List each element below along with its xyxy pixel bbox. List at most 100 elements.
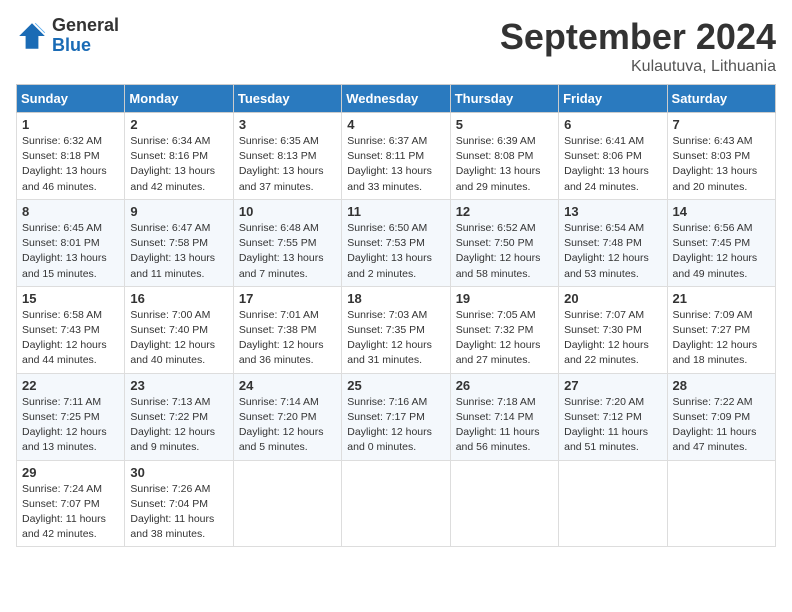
calendar-cell: 13 Sunrise: 6:54 AMSunset: 7:48 PMDayligh… [559, 199, 667, 286]
calendar-cell: 14 Sunrise: 6:56 AMSunset: 7:45 PMDayligh… [667, 199, 775, 286]
location: Kulautuva, Lithuania [500, 58, 776, 76]
cell-text: Sunrise: 7:03 AMSunset: 7:35 PMDaylight:… [347, 308, 444, 369]
calendar-cell: 22 Sunrise: 7:11 AMSunset: 7:25 PMDayligh… [17, 373, 125, 460]
weekday-header-row: SundayMondayTuesdayWednesdayThursdayFrid… [17, 85, 776, 113]
calendar-cell: 26Sunrise: 7:18 AMSunset: 7:14 PMDayligh… [450, 373, 558, 460]
day-number: 20 [564, 291, 661, 306]
weekday-header: Saturday [667, 85, 775, 113]
logo-icon [16, 20, 48, 52]
weekday-header: Monday [125, 85, 233, 113]
cell-text: Sunrise: 7:07 AMSunset: 7:30 PMDaylight:… [564, 308, 661, 369]
day-number: 17 [239, 291, 336, 306]
calendar-cell: 16Sunrise: 7:00 AMSunset: 7:40 PMDayligh… [125, 286, 233, 373]
calendar-cell: 1Sunrise: 6:32 AMSunset: 8:18 PMDaylight… [17, 113, 125, 200]
calendar-week-row: 15 Sunrise: 6:58 AMSunset: 7:43 PMDayligh… [17, 286, 776, 373]
calendar-cell: 25 Sunrise: 7:16 AMSunset: 7:17 PMDayligh… [342, 373, 450, 460]
calendar-cell: 29 Sunrise: 7:24 AMSunset: 7:07 PMDayligh… [17, 460, 125, 547]
day-number: 28 [673, 378, 770, 393]
day-number: 8 [22, 204, 119, 219]
calendar-cell: 8Sunrise: 6:45 AMSunset: 8:01 PMDaylight… [17, 199, 125, 286]
calendar-cell [559, 460, 667, 547]
calendar-cell: 12 Sunrise: 6:52 AMSunset: 7:50 PMDayligh… [450, 199, 558, 286]
day-number: 27 [564, 378, 661, 393]
logo-blue: Blue [52, 36, 119, 56]
day-number: 11 [347, 204, 444, 219]
day-number: 21 [673, 291, 770, 306]
calendar-cell: 7 Sunrise: 6:43 AMSunset: 8:03 PMDaylight… [667, 113, 775, 200]
cell-text: Sunrise: 6:32 AMSunset: 8:18 PMDaylight:… [22, 134, 119, 195]
day-number: 14 [673, 204, 770, 219]
weekday-header: Sunday [17, 85, 125, 113]
day-number: 18 [347, 291, 444, 306]
calendar-cell [667, 460, 775, 547]
day-number: 15 [22, 291, 119, 306]
day-number: 25 [347, 378, 444, 393]
day-number: 22 [22, 378, 119, 393]
calendar-cell [233, 460, 341, 547]
cell-text: Sunrise: 6:48 AMSunset: 7:55 PMDaylight:… [239, 221, 336, 282]
weekday-header: Friday [559, 85, 667, 113]
calendar-cell: 28 Sunrise: 7:22 AMSunset: 7:09 PMDayligh… [667, 373, 775, 460]
calendar-cell [450, 460, 558, 547]
day-number: 26 [456, 378, 553, 393]
calendar-table: SundayMondayTuesdayWednesdayThursdayFrid… [16, 84, 776, 547]
day-number: 30 [130, 465, 227, 480]
cell-text: Sunrise: 6:47 AMSunset: 7:58 PMDaylight:… [130, 221, 227, 282]
day-number: 4 [347, 117, 444, 132]
cell-text: Sunrise: 7:05 AMSunset: 7:32 PMDaylight:… [456, 308, 553, 369]
cell-text: Sunrise: 7:09 AMSunset: 7:27 PMDaylight:… [673, 308, 770, 369]
cell-text: Sunrise: 7:20 AMSunset: 7:12 PMDaylight:… [564, 395, 661, 456]
calendar-cell: 19 Sunrise: 7:05 AMSunset: 7:32 PMDayligh… [450, 286, 558, 373]
logo: General Blue [16, 16, 119, 56]
cell-text: Sunrise: 6:41 AMSunset: 8:06 PMDaylight:… [564, 134, 661, 195]
cell-text: Sunrise: 7:00 AMSunset: 7:40 PMDaylight:… [130, 308, 227, 369]
title-block: September 2024 Kulautuva, Lithuania [500, 16, 776, 76]
day-number: 12 [456, 204, 553, 219]
day-number: 29 [22, 465, 119, 480]
day-number: 2 [130, 117, 227, 132]
cell-text: Sunrise: 6:58 AMSunset: 7:43 PMDaylight:… [22, 308, 119, 369]
calendar-cell: 4 Sunrise: 6:37 AMSunset: 8:11 PMDaylight… [342, 113, 450, 200]
day-number: 19 [456, 291, 553, 306]
cell-text: Sunrise: 7:26 AMSunset: 7:04 PMDaylight:… [130, 482, 227, 543]
logo-general: General [52, 16, 119, 36]
calendar-cell: 17 Sunrise: 7:01 AMSunset: 7:38 PMDayligh… [233, 286, 341, 373]
cell-text: Sunrise: 6:43 AMSunset: 8:03 PMDaylight:… [673, 134, 770, 195]
day-number: 13 [564, 204, 661, 219]
day-number: 10 [239, 204, 336, 219]
cell-text: Sunrise: 7:11 AMSunset: 7:25 PMDaylight:… [22, 395, 119, 456]
calendar-week-row: 8Sunrise: 6:45 AMSunset: 8:01 PMDaylight… [17, 199, 776, 286]
cell-text: Sunrise: 7:24 AMSunset: 7:07 PMDaylight:… [22, 482, 119, 543]
day-number: 9 [130, 204, 227, 219]
calendar-cell: 11Sunrise: 6:50 AMSunset: 7:53 PMDayligh… [342, 199, 450, 286]
cell-text: Sunrise: 6:56 AMSunset: 7:45 PMDaylight:… [673, 221, 770, 282]
cell-text: Sunrise: 7:14 AMSunset: 7:20 PMDaylight:… [239, 395, 336, 456]
cell-text: Sunrise: 6:52 AMSunset: 7:50 PMDaylight:… [456, 221, 553, 282]
weekday-header: Thursday [450, 85, 558, 113]
calendar-week-row: 22 Sunrise: 7:11 AMSunset: 7:25 PMDayligh… [17, 373, 776, 460]
calendar-cell: 27 Sunrise: 7:20 AMSunset: 7:12 PMDayligh… [559, 373, 667, 460]
cell-text: Sunrise: 6:54 AMSunset: 7:48 PMDaylight:… [564, 221, 661, 282]
calendar-cell: 6 Sunrise: 6:41 AMSunset: 8:06 PMDaylight… [559, 113, 667, 200]
calendar-cell: 30 Sunrise: 7:26 AMSunset: 7:04 PMDayligh… [125, 460, 233, 547]
cell-text: Sunrise: 6:39 AMSunset: 8:08 PMDaylight:… [456, 134, 553, 195]
day-number: 23 [130, 378, 227, 393]
day-number: 3 [239, 117, 336, 132]
calendar-cell: 24Sunrise: 7:14 AMSunset: 7:20 PMDayligh… [233, 373, 341, 460]
calendar-cell: 2 Sunrise: 6:34 AMSunset: 8:16 PMDaylight… [125, 113, 233, 200]
cell-text: Sunrise: 7:22 AMSunset: 7:09 PMDaylight:… [673, 395, 770, 456]
page-header: General Blue September 2024 Kulautuva, L… [16, 16, 776, 76]
calendar-cell: 9 Sunrise: 6:47 AMSunset: 7:58 PMDaylight… [125, 199, 233, 286]
day-number: 5 [456, 117, 553, 132]
cell-text: Sunrise: 7:16 AMSunset: 7:17 PMDaylight:… [347, 395, 444, 456]
cell-text: Sunrise: 6:37 AMSunset: 8:11 PMDaylight:… [347, 134, 444, 195]
day-number: 7 [673, 117, 770, 132]
calendar-cell: 3Sunrise: 6:35 AMSunset: 8:13 PMDaylight… [233, 113, 341, 200]
logo-text: General Blue [52, 16, 119, 56]
cell-text: Sunrise: 7:13 AMSunset: 7:22 PMDaylight:… [130, 395, 227, 456]
cell-text: Sunrise: 6:34 AMSunset: 8:16 PMDaylight:… [130, 134, 227, 195]
day-number: 6 [564, 117, 661, 132]
cell-text: Sunrise: 7:01 AMSunset: 7:38 PMDaylight:… [239, 308, 336, 369]
weekday-header: Tuesday [233, 85, 341, 113]
calendar-cell: 23 Sunrise: 7:13 AMSunset: 7:22 PMDayligh… [125, 373, 233, 460]
